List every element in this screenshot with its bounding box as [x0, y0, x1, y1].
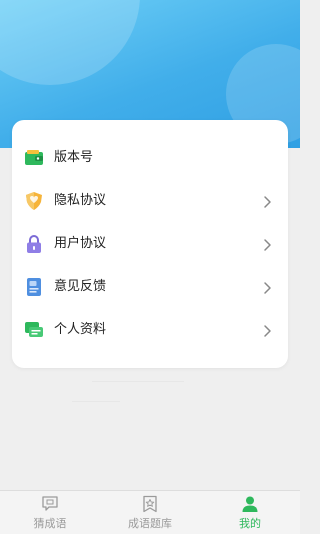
tab-label: 成语题库: [128, 517, 172, 530]
tab-mine[interactable]: 我的: [200, 491, 300, 534]
menu-item-privacy[interactable]: 隐私协议: [12, 181, 288, 221]
chat-icon: [24, 320, 44, 340]
decorative-circle: [0, 0, 140, 85]
chevron-right-icon: [260, 237, 274, 251]
bottom-tab-bar: 猜成语 成语题库 我的: [0, 490, 300, 534]
menu-item-label: 用户协议: [54, 236, 107, 251]
faint-divider: [92, 381, 184, 382]
wallet-icon: [24, 148, 44, 168]
tab-guess-idiom[interactable]: 猜成语: [0, 491, 100, 534]
menu-item-label: 意见反馈: [54, 279, 107, 294]
menu-item-user-agreement[interactable]: 用户协议: [12, 224, 288, 264]
faint-divider: [72, 401, 120, 402]
lock-icon: [24, 234, 44, 254]
tab-label: 我的: [239, 517, 261, 530]
message-icon: [41, 495, 59, 513]
chevron-right-icon: [260, 194, 274, 208]
document-icon: [24, 277, 44, 297]
tab-label: 猜成语: [33, 517, 67, 530]
bookmark-star-icon: [141, 495, 159, 513]
person-icon: [241, 495, 259, 513]
menu-item-feedback[interactable]: 意见反馈: [12, 267, 288, 307]
menu-item-label: 个人资料: [54, 322, 107, 337]
menu-item-label: 版本号: [54, 150, 94, 165]
tab-idiom-bank[interactable]: 成语题库: [100, 491, 200, 534]
chevron-right-icon: [260, 280, 274, 294]
settings-card: 版本号 隐私协议 用户协议 意见反馈 个人资料: [12, 120, 288, 368]
menu-item-label: 隐私协议: [54, 193, 107, 208]
shield-icon: [24, 191, 44, 211]
menu-item-profile[interactable]: 个人资料: [12, 310, 288, 350]
menu-item-version[interactable]: 版本号: [12, 138, 288, 178]
chevron-right-icon: [260, 323, 274, 337]
